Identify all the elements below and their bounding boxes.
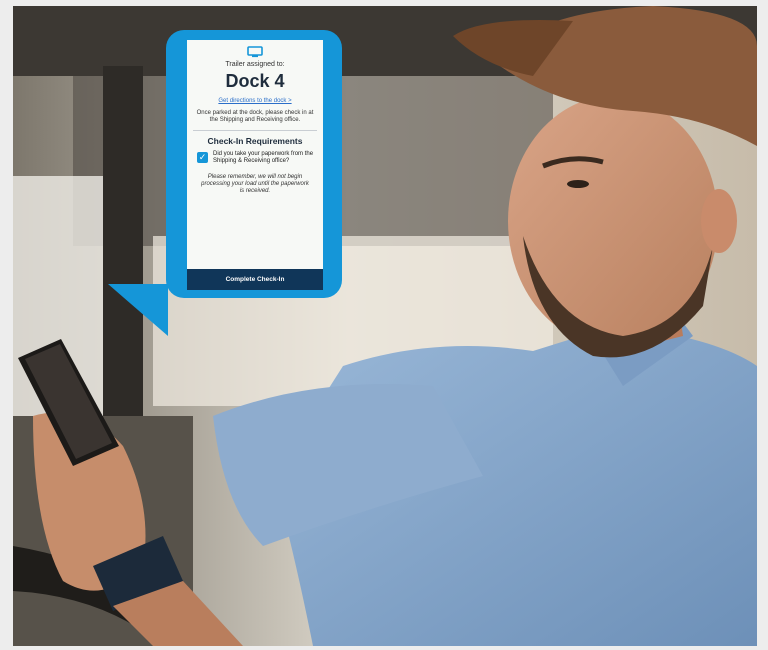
directions-link[interactable]: Get directions to the dock > [193, 97, 317, 105]
complete-checkin-button[interactable]: Complete Check-In [187, 269, 323, 290]
checkin-instruction: Once parked at the dock, please check in… [196, 110, 314, 123]
truck-icon [247, 46, 263, 58]
assignment-label: Trailer assigned to: [225, 61, 285, 68]
checkmark-icon: ✓ [198, 152, 207, 162]
requirement-text: Did you take your paperwork from the Shi… [213, 151, 314, 164]
requirement-item: ✓ Did you take your paperwork from the S… [193, 151, 317, 165]
paperwork-checkbox[interactable]: ✓ [197, 152, 208, 163]
processing-reminder: Please remember, we will not begin proce… [201, 174, 309, 194]
dock-title: Dock 4 [225, 71, 285, 91]
checkin-card: Trailer assigned to: Dock 4 Get directio… [187, 40, 323, 290]
requirements-title: Check-In Requirements [207, 136, 303, 146]
bubble-tail [108, 284, 168, 336]
divider [193, 130, 317, 131]
